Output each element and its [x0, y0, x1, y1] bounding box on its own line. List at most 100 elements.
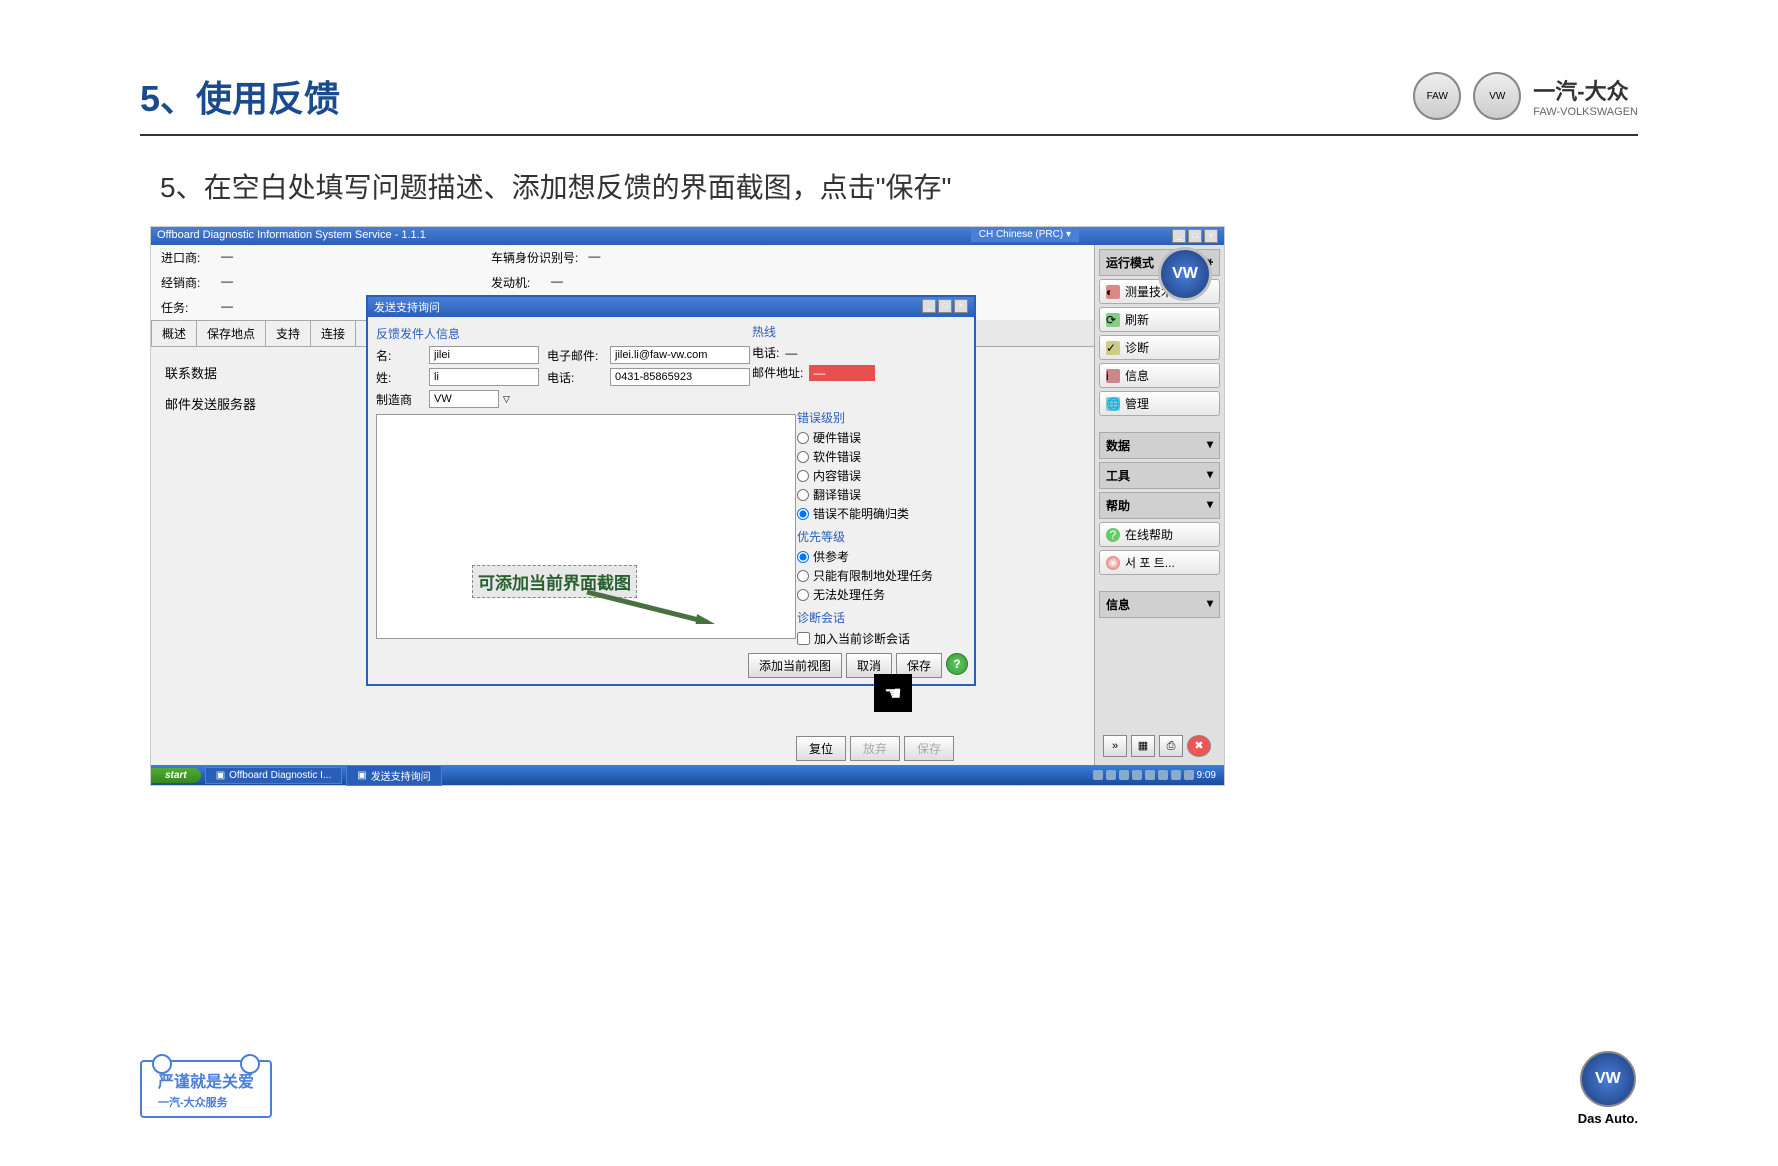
- importer-value: —: [221, 249, 251, 266]
- dealer-value: —: [221, 274, 251, 291]
- session-checkbox[interactable]: [797, 632, 810, 645]
- sidebar-section-info[interactable]: 信息▾: [1099, 591, 1220, 618]
- das-auto-text: Das Auto.: [1578, 1111, 1638, 1126]
- refresh-button[interactable]: ⟳刷新: [1099, 307, 1220, 332]
- refresh-icon: ⟳: [1106, 313, 1120, 327]
- description-textarea[interactable]: 可添加当前界面截图: [376, 414, 796, 639]
- task-value: —: [221, 299, 251, 316]
- sidebar-section-data[interactable]: 数据▾: [1099, 432, 1220, 459]
- globe-icon: 🌐: [1106, 397, 1120, 411]
- dialog-close-icon[interactable]: ×: [954, 299, 968, 313]
- pointer-hand-icon: ☚: [874, 674, 912, 712]
- radio-priority-ref[interactable]: [797, 551, 809, 563]
- radio-content-error[interactable]: [797, 470, 809, 482]
- name-input[interactable]: [429, 346, 539, 364]
- tab-support[interactable]: 支持: [265, 320, 311, 346]
- taskbar-item-app[interactable]: ▣Offboard Diagnostic I...: [205, 767, 343, 784]
- app-task-icon: ▣: [216, 770, 225, 781]
- faw-logo-icon: FAW: [1413, 72, 1461, 120]
- header-logos: FAW VW 一汽-大众 FAW-VOLKSWAGEN: [1413, 72, 1638, 120]
- minimize-icon[interactable]: _: [1172, 229, 1186, 243]
- stamp-badge: 严谨就是关爱 一汽-大众服务: [140, 1060, 272, 1118]
- feedback-dialog: 发送支持询问 _ □ × 反馈发件人信息 名: 电子邮件:: [366, 295, 976, 686]
- hotline-email-label: 邮件地址:: [752, 364, 803, 381]
- dialog-maximize-icon[interactable]: □: [938, 299, 952, 313]
- taskbar: start ▣Offboard Diagnostic I... ▣发送支持询问 …: [151, 765, 1224, 785]
- help-icon[interactable]: ?: [946, 653, 968, 675]
- maximize-icon[interactable]: □: [1188, 229, 1202, 243]
- window-title: Offboard Diagnostic Information System S…: [157, 229, 426, 243]
- expand-icon[interactable]: »: [1103, 735, 1127, 757]
- chevron-down-icon[interactable]: ▽: [503, 394, 510, 405]
- save-button-bottom: 保存: [904, 736, 954, 761]
- mfr-label: 制造商: [376, 391, 421, 408]
- tray-icon[interactable]: [1184, 770, 1194, 780]
- hotline-phone-val: —: [785, 346, 797, 360]
- info-button[interactable]: i信息: [1099, 363, 1220, 388]
- taskbar-item-dialog[interactable]: ▣发送支持询问: [346, 765, 441, 786]
- priority-section: 优先等级: [797, 528, 962, 545]
- info-icon: i: [1106, 369, 1120, 383]
- vw-logo-big-icon: VW: [1158, 247, 1212, 301]
- radio-priority-unable[interactable]: [797, 589, 809, 601]
- close-icon[interactable]: ×: [1204, 229, 1218, 243]
- support-button[interactable]: 서 포 트...: [1099, 550, 1220, 575]
- tray-icon[interactable]: [1171, 770, 1181, 780]
- surname-input[interactable]: [429, 368, 539, 386]
- session-section: 诊断会话: [797, 609, 962, 626]
- tab-overview[interactable]: 概述: [151, 320, 197, 346]
- slide-subtitle: 5、在空白处填写问题描述、添加想反馈的界面截图，点击"保存": [140, 166, 1638, 206]
- tray-icon[interactable]: [1106, 770, 1116, 780]
- grid-icon[interactable]: ▦: [1131, 735, 1155, 757]
- surname-label: 姓:: [376, 369, 421, 386]
- list-item-mailserver[interactable]: 邮件发送服务器: [161, 388, 341, 419]
- discard-button: 放弃: [850, 736, 900, 761]
- language-selector[interactable]: CH Chinese (PRC) ▾: [971, 227, 1079, 242]
- footer-logo: VW Das Auto.: [1578, 1051, 1638, 1126]
- print-icon[interactable]: ⎙: [1159, 735, 1183, 757]
- brand-text: 一汽-大众: [1533, 74, 1638, 106]
- hotline-email-val: —: [809, 365, 875, 381]
- reset-button[interactable]: 复位: [796, 736, 846, 761]
- list-item-contact[interactable]: 联系数据: [161, 357, 341, 388]
- radio-trans-error[interactable]: [797, 489, 809, 501]
- hotline-section: 热线: [752, 323, 962, 340]
- vw-logo-icon: VW: [1473, 72, 1521, 120]
- email-label: 电子邮件:: [547, 347, 602, 364]
- sidebar-section-help[interactable]: 帮助▾: [1099, 492, 1220, 519]
- mfr-input[interactable]: [429, 390, 499, 408]
- tray-icon[interactable]: [1145, 770, 1155, 780]
- radio-hw-error[interactable]: [797, 432, 809, 444]
- task-label: 任务:: [161, 299, 211, 316]
- online-help-button[interactable]: ?在线帮助: [1099, 522, 1220, 547]
- dialog-minimize-icon[interactable]: _: [922, 299, 936, 313]
- clock: 9:09: [1197, 770, 1216, 781]
- tab-connection[interactable]: 连接: [310, 320, 356, 346]
- phone-input[interactable]: [610, 368, 750, 386]
- hotline-phone-label: 电话:: [752, 344, 779, 361]
- vw-footer-icon: VW: [1580, 1051, 1636, 1107]
- email-input[interactable]: [610, 346, 750, 364]
- start-button[interactable]: start: [151, 768, 201, 783]
- radio-priority-limited[interactable]: [797, 570, 809, 582]
- sidebar-section-tools[interactable]: 工具▾: [1099, 462, 1220, 489]
- app-screenshot: Offboard Diagnostic Information System S…: [150, 226, 1225, 786]
- add-view-button[interactable]: 添加当前视图: [748, 653, 842, 678]
- radio-unclear-error[interactable]: [797, 508, 809, 520]
- tray-icon[interactable]: [1119, 770, 1129, 780]
- admin-button[interactable]: 🌐管理: [1099, 391, 1220, 416]
- radio-sw-error[interactable]: [797, 451, 809, 463]
- diag-button[interactable]: ✓诊断: [1099, 335, 1220, 360]
- tray-icon[interactable]: [1093, 770, 1103, 780]
- engine-label: 发动机:: [491, 274, 541, 291]
- callout-arrow-icon: [577, 584, 717, 624]
- error-icon[interactable]: ✖: [1187, 735, 1211, 757]
- tray-icon[interactable]: [1132, 770, 1142, 780]
- error-section: 错误级别: [797, 409, 962, 426]
- system-tray[interactable]: 9:09: [1085, 768, 1224, 783]
- lifesaver-icon: [1106, 556, 1120, 570]
- diag-icon: ✓: [1106, 341, 1120, 355]
- tray-icon[interactable]: [1158, 770, 1168, 780]
- slide-title: 5、使用反馈: [140, 70, 340, 122]
- tab-savelocation[interactable]: 保存地点: [196, 320, 266, 346]
